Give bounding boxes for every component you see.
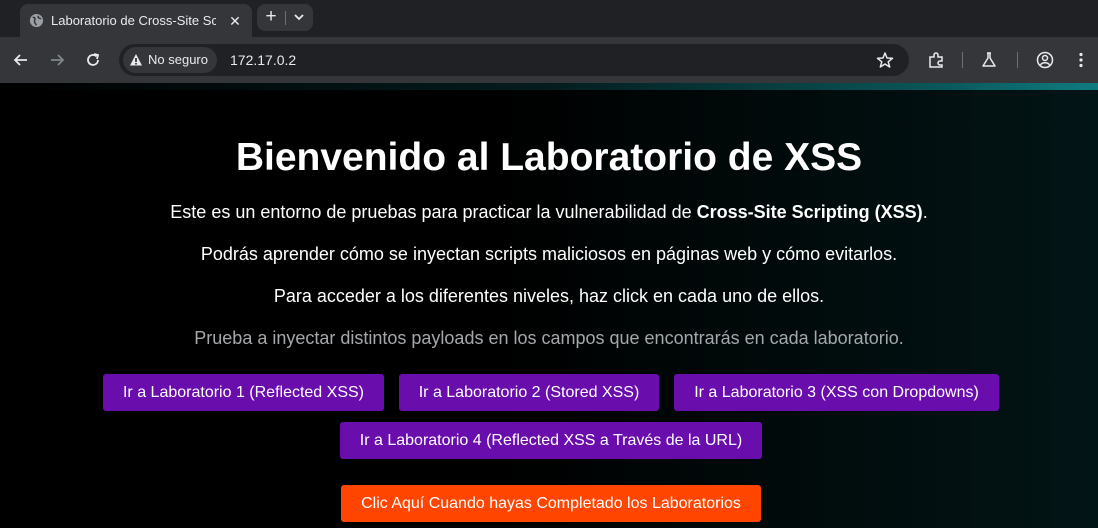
reload-icon[interactable] bbox=[84, 51, 102, 69]
hint-line: Prueba a inyectar distintos payloads en … bbox=[194, 328, 904, 348]
star-icon[interactable] bbox=[876, 51, 894, 69]
lab-4-button[interactable]: Ir a Laboratorio 4 (Reflected XSS a Trav… bbox=[340, 422, 762, 459]
divider bbox=[1017, 52, 1018, 68]
lab-1-button[interactable]: Ir a Laboratorio 1 (Reflected XSS) bbox=[103, 374, 384, 411]
page-content: Bienvenido al Laboratorio de XSS Este es… bbox=[0, 83, 1098, 528]
browser-tab[interactable]: Laboratorio de Cross-Site Scripting ✕ bbox=[20, 4, 252, 37]
complete-labs-button[interactable]: Clic Aquí Cuando hayas Completado los La… bbox=[341, 485, 761, 522]
tab-actions: + bbox=[257, 4, 313, 31]
lab-3-button[interactable]: Ir a Laboratorio 3 (XSS con Dropdowns) bbox=[674, 374, 999, 411]
labs-icon[interactable] bbox=[980, 51, 998, 69]
security-label: No seguro bbox=[148, 52, 208, 67]
divider bbox=[285, 11, 286, 25]
chevron-down-icon[interactable] bbox=[290, 8, 308, 26]
close-icon[interactable]: ✕ bbox=[226, 12, 244, 30]
lab-2-button[interactable]: Ir a Laboratorio 2 (Stored XSS) bbox=[399, 374, 659, 411]
warning-icon bbox=[130, 54, 142, 66]
page-title: Bienvenido al Laboratorio de XSS bbox=[235, 136, 863, 179]
globe-icon bbox=[29, 13, 44, 28]
instructions-line: Para acceder a los diferentes niveles, h… bbox=[273, 286, 825, 306]
security-chip[interactable]: No seguro bbox=[123, 47, 217, 73]
intro-suffix: . bbox=[922, 202, 928, 222]
extensions-icon[interactable] bbox=[927, 51, 945, 69]
profile-icon[interactable] bbox=[1036, 51, 1054, 69]
tab-title: Laboratorio de Cross-Site Scripting bbox=[51, 13, 216, 28]
tab-strip: Laboratorio de Cross-Site Scripting ✕ + bbox=[0, 0, 1098, 37]
accent-line bbox=[0, 83, 1098, 90]
intro-prefix: Este es un entorno de pruebas para pract… bbox=[170, 202, 697, 222]
plus-icon[interactable]: + bbox=[261, 7, 281, 27]
intro-bold: Cross-Site Scripting (XSS) bbox=[696, 202, 923, 222]
description-line: Podrás aprender cómo se inyectan scripts… bbox=[200, 244, 898, 264]
forward-icon[interactable] bbox=[48, 51, 66, 69]
browser-toolbar: No seguro 172.17.0.2 bbox=[0, 37, 1098, 83]
divider bbox=[962, 52, 963, 68]
intro-text: Este es un entorno de pruebas para pract… bbox=[0, 201, 1098, 223]
address-bar[interactable]: No seguro 172.17.0.2 bbox=[119, 44, 909, 76]
back-icon[interactable] bbox=[12, 51, 30, 69]
menu-icon[interactable] bbox=[1072, 51, 1090, 69]
url-text[interactable]: 172.17.0.2 bbox=[230, 52, 296, 68]
